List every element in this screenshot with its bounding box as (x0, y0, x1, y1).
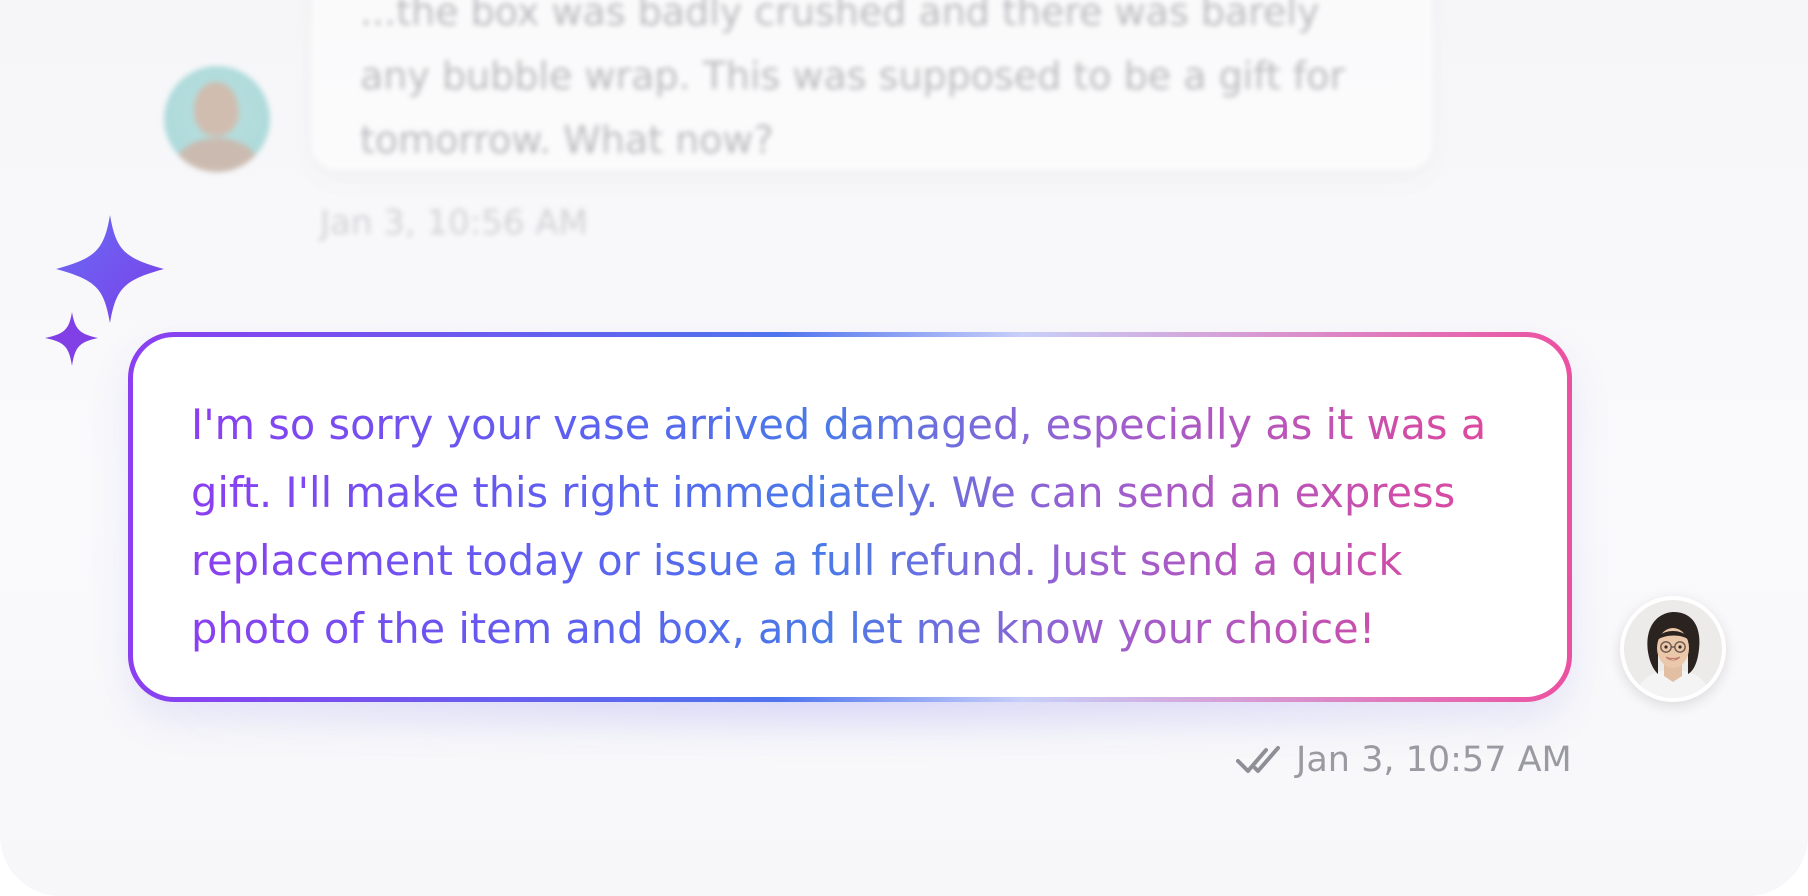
previous-message-group: ...the box was badly crushed and there w… (0, 0, 1808, 280)
reply-timestamp: Jan 3, 10:57 AM (1296, 740, 1572, 780)
double-check-icon (1236, 746, 1280, 773)
previous-message-text: ...the box was badly crushed and there w… (360, 0, 1346, 162)
previous-message-timestamp: Jan 3, 10:56 AM (320, 203, 588, 243)
chat-card: ...the box was badly crushed and there w… (0, 0, 1808, 896)
reply-message-text: I'm so sorry your vase arrived damaged, … (191, 391, 1517, 663)
agent-avatar (1620, 596, 1726, 702)
previous-message-bubble: ...the box was badly crushed and there w… (312, 0, 1432, 170)
reply-status: Jan 3, 10:57 AM (1236, 736, 1572, 784)
reply-message-bubble: I'm so sorry your vase arrived damaged, … (128, 332, 1572, 702)
customer-avatar (164, 66, 270, 172)
